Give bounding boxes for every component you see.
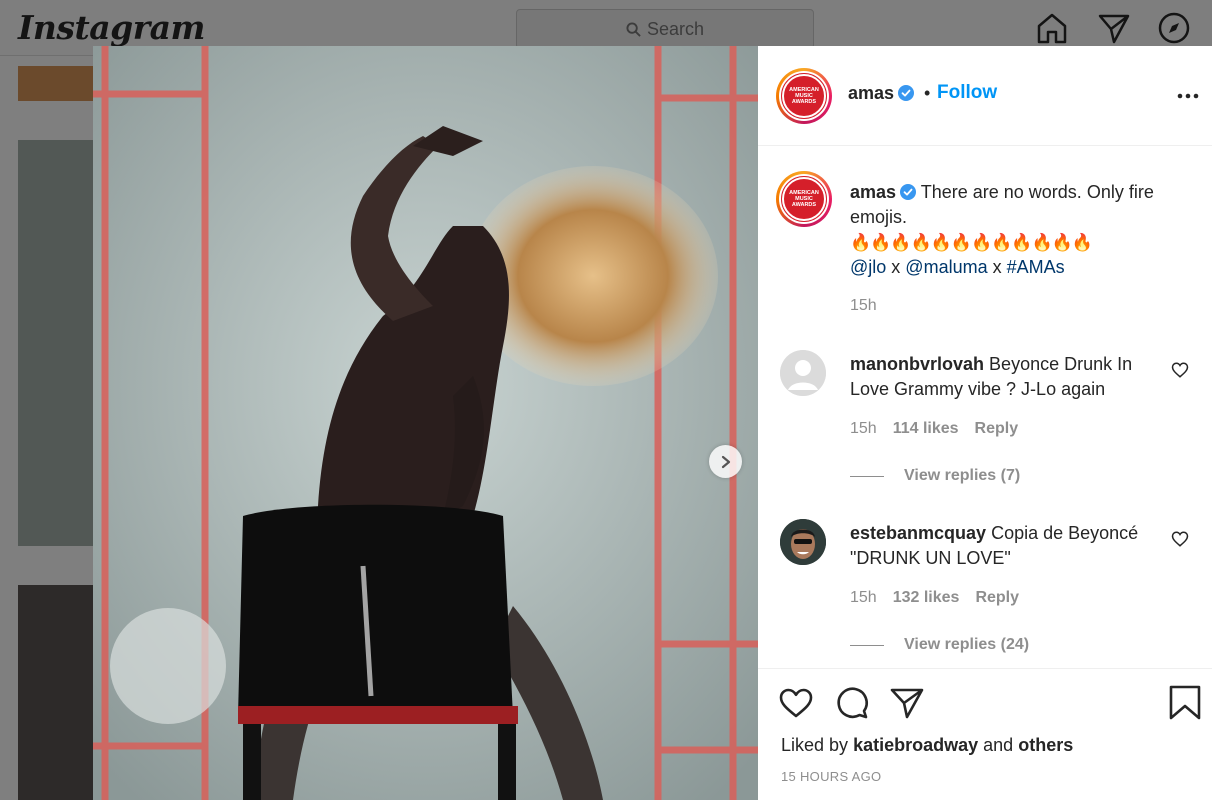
search-icon xyxy=(626,21,641,37)
reply-button[interactable]: Reply xyxy=(975,420,1019,438)
verified-badge-icon xyxy=(900,184,917,200)
comment-avatar[interactable] xyxy=(780,519,826,565)
caption-separator: x xyxy=(886,257,906,277)
amas-logo: AMERICAN MUSIC AWARDS xyxy=(781,176,827,222)
comment-likes[interactable]: 114 likes xyxy=(893,420,959,438)
default-avatar-icon xyxy=(780,350,826,396)
liked-by-and: and xyxy=(983,735,1014,755)
comment-username[interactable]: estebanmcquay xyxy=(850,523,986,543)
view-replies-button[interactable]: View replies (24) xyxy=(850,636,1029,654)
save-bookmark-icon[interactable] xyxy=(1167,685,1203,721)
comment-time[interactable]: 15h xyxy=(850,589,877,607)
caption-avatar[interactable]: AMERICAN MUSIC AWARDS xyxy=(776,171,832,227)
next-image-button[interactable] xyxy=(709,445,742,478)
feed-thumbnail[interactable] xyxy=(18,585,93,800)
comment-like-heart-icon[interactable] xyxy=(1171,530,1189,548)
view-replies-button[interactable]: View replies (7) xyxy=(850,467,1020,485)
caption-emojis: 🔥🔥🔥🔥🔥🔥🔥🔥🔥🔥🔥🔥 xyxy=(850,233,1093,252)
share-icon[interactable] xyxy=(889,685,925,721)
account-avatar[interactable]: AMERICAN MUSIC AWARDS xyxy=(776,68,832,124)
user-photo-avatar xyxy=(780,519,826,565)
caption-time[interactable]: 15h xyxy=(850,297,877,315)
liked-by-user[interactable]: katiebroadway xyxy=(853,735,978,755)
performer-photo xyxy=(93,46,758,800)
explore-icon[interactable] xyxy=(1157,11,1191,45)
hashtag-amas[interactable]: #AMAs xyxy=(1007,257,1065,277)
post-caption: amas There are no words. Only fire emoji… xyxy=(850,180,1190,280)
liked-by-line: Liked by katiebroadway and others xyxy=(781,735,1073,756)
amas-logo: AMERICAN MUSIC AWARDS xyxy=(781,73,827,119)
liked-by-others[interactable]: others xyxy=(1018,735,1073,755)
comment-icon[interactable] xyxy=(834,685,870,721)
verified-badge-icon xyxy=(898,85,915,101)
comments-list[interactable]: AMERICAN MUSIC AWARDS amas There are no … xyxy=(758,147,1212,667)
post-image[interactable] xyxy=(93,46,758,800)
feed-thumbnail[interactable] xyxy=(18,140,93,546)
caption-separator: x xyxy=(987,257,1007,277)
search-input[interactable]: Search xyxy=(516,9,814,49)
divider-line xyxy=(850,475,884,477)
home-icon[interactable] xyxy=(1035,11,1069,45)
search-placeholder: Search xyxy=(646,18,705,39)
feed-thumbnail[interactable] xyxy=(18,66,93,101)
comment-like-heart-icon[interactable] xyxy=(1171,361,1189,379)
post-header: AMERICAN MUSIC AWARDS amas • Follow xyxy=(758,46,1212,146)
comment-likes[interactable]: 132 likes xyxy=(893,589,960,607)
post-username[interactable]: amas xyxy=(848,83,915,104)
mention-jlo[interactable]: @jlo xyxy=(850,257,886,277)
divider-line xyxy=(850,644,884,646)
post-side-panel: AMERICAN MUSIC AWARDS amas • Follow AMER… xyxy=(758,46,1212,800)
follow-button[interactable]: Follow xyxy=(937,82,997,104)
post-actions-bar: Liked by katiebroadway and others 15 HOU… xyxy=(758,668,1212,800)
caption-username[interactable]: amas xyxy=(850,182,896,202)
liked-by-prefix: Liked by xyxy=(781,735,849,755)
reply-button[interactable]: Reply xyxy=(975,589,1019,607)
comment-2: estebanmcquay Copia de Beyoncé "DRUNK UN… xyxy=(850,521,1160,571)
view-replies-label: View replies (24) xyxy=(904,636,1030,653)
direct-icon[interactable] xyxy=(1097,11,1131,45)
mention-maluma[interactable]: @maluma xyxy=(905,257,987,277)
comment-meta: 15h 114 likes Reply xyxy=(850,420,1018,438)
like-heart-icon[interactable] xyxy=(778,685,814,721)
comment-meta: 15h 132 likes Reply xyxy=(850,589,1019,607)
comment-username[interactable]: manonbvrlovah xyxy=(850,354,984,374)
view-replies-label: View replies (7) xyxy=(904,467,1021,484)
post-username-text: amas xyxy=(848,83,895,103)
comment-1: manonbvrlovah Beyonce Drunk In Love Gram… xyxy=(850,352,1160,402)
header-separator-dot: • xyxy=(924,83,931,103)
post-timestamp[interactable]: 15 HOURS AGO xyxy=(781,769,881,784)
comment-avatar[interactable] xyxy=(780,350,826,396)
instagram-logo[interactable]: Instagram xyxy=(18,8,205,47)
comment-time[interactable]: 15h xyxy=(850,420,877,438)
more-options-icon[interactable] xyxy=(1176,84,1200,108)
chevron-right-icon xyxy=(721,455,730,468)
